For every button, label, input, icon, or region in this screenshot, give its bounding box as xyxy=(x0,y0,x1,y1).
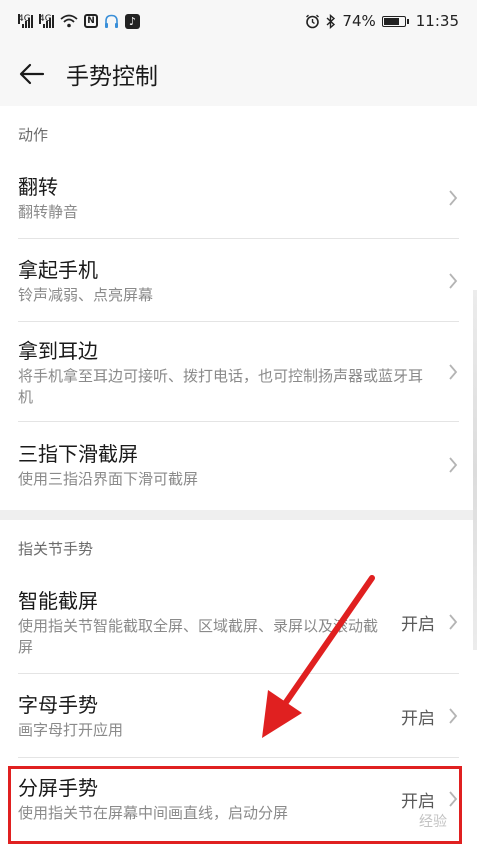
row-text: 翻转 翻转静音 xyxy=(18,173,443,223)
list-item-raise-to-ear[interactable]: 拿到耳边 将手机拿至耳边可接听、拨打电话，也可控制扬声器或蓝牙耳机 xyxy=(0,322,477,422)
row-text: 拿起手机 铃声减弱、点亮屏幕 xyxy=(18,256,443,306)
row-text: 三指下滑截屏 使用三指沿界面下滑可截屏 xyxy=(18,440,443,490)
signal-icon: 4G xyxy=(18,14,33,28)
nfc-icon: N xyxy=(84,14,98,28)
app-header: 手势控制 xyxy=(0,42,477,106)
alarm-icon xyxy=(306,14,320,28)
status-time: 11:35 xyxy=(415,12,459,30)
signal-type-label: 4G xyxy=(18,14,31,24)
chevron-right-icon xyxy=(447,455,459,475)
signal-type-label: 4G xyxy=(39,14,52,24)
scroll-edge xyxy=(473,290,477,650)
list-item-smart-screenshot[interactable]: 智能截屏 使用指关节智能截取全屏、区域截屏、录屏以及滚动截屏 开启 xyxy=(0,570,477,674)
section-gap xyxy=(0,510,477,520)
chevron-right-icon xyxy=(447,188,459,208)
row-title: 分屏手势 xyxy=(18,776,98,800)
status-value: 开启 xyxy=(401,708,435,729)
row-title: 字母手势 xyxy=(18,693,98,717)
section-header: 动作 xyxy=(18,126,49,144)
battery-icon xyxy=(381,15,409,27)
row-subtitle: 画字母打开应用 xyxy=(18,721,124,739)
row-subtitle: 铃声减弱、点亮屏幕 xyxy=(18,285,154,304)
battery-percent: 74% xyxy=(342,12,376,30)
list-item-split-screen-gesture[interactable]: 分屏手势 使用指关节在屏幕中间画直线，启动分屏 开启 xyxy=(0,758,477,840)
section-knuckle-gestures: 指关节手势 智能截屏 使用指关节智能截取全屏、区域截屏、录屏以及滚动截屏 开启 … xyxy=(0,520,477,853)
status-right: 74% 11:35 xyxy=(305,12,459,30)
status-bar: 4G 4G N ♪ 74% 11:35 xyxy=(0,0,477,42)
row-title: 拿起手机 xyxy=(18,257,98,282)
section-actions: 动作 翻转 翻转静音 拿起手机 铃声减弱、点亮屏幕 拿到耳边 将手机拿至耳边可接… xyxy=(0,106,477,510)
section-header: 指关节手势 xyxy=(18,540,94,558)
headset-icon xyxy=(105,14,118,28)
signal-icon: 4G xyxy=(39,14,54,28)
chevron-right-icon xyxy=(447,612,459,632)
bluetooth-icon xyxy=(326,13,336,29)
row-text: 分屏手势 使用指关节在屏幕中间画直线，启动分屏 xyxy=(18,774,401,824)
list-item-three-finger-screenshot[interactable]: 三指下滑截屏 使用三指沿界面下滑可截屏 xyxy=(0,422,477,508)
chevron-right-icon xyxy=(447,789,459,809)
wifi-icon xyxy=(60,14,78,28)
page-title: 手势控制 xyxy=(66,64,158,90)
row-title: 三指下滑截屏 xyxy=(18,442,138,466)
row-text: 字母手势 画字母打开应用 xyxy=(18,691,401,741)
row-text: 智能截屏 使用指关节智能截取全屏、区域截屏、录屏以及滚动截屏 xyxy=(18,587,401,658)
row-title: 智能截屏 xyxy=(18,588,98,613)
status-value: 开启 xyxy=(401,791,435,812)
list-item-pickup[interactable]: 拿起手机 铃声减弱、点亮屏幕 xyxy=(0,239,477,322)
row-text: 拿到耳边 将手机拿至耳边可接听、拨打电话，也可控制扬声器或蓝牙耳机 xyxy=(18,337,443,408)
row-subtitle: 使用三指沿界面下滑可截屏 xyxy=(18,470,199,488)
tiktok-icon: ♪ xyxy=(125,13,140,29)
row-subtitle: 翻转静音 xyxy=(18,202,79,221)
row-subtitle: 将手机拿至耳边可接听、拨打电话，也可控制扬声器或蓝牙耳机 xyxy=(18,366,424,406)
back-arrow-icon[interactable] xyxy=(2,42,62,106)
list-item-flip[interactable]: 翻转 翻转静音 xyxy=(0,156,477,239)
row-subtitle: 使用指关节智能截取全屏、区域截屏、录屏以及滚动截屏 xyxy=(18,616,379,656)
status-left: 4G 4G N ♪ xyxy=(18,13,140,29)
status-value: 开启 xyxy=(401,614,435,635)
chevron-right-icon xyxy=(447,362,459,382)
row-title: 拿到耳边 xyxy=(18,338,98,363)
row-title: 翻转 xyxy=(18,174,58,199)
list-item-letter-gesture[interactable]: 字母手势 画字母打开应用 开启 xyxy=(0,674,477,758)
row-subtitle: 使用指关节在屏幕中间画直线，启动分屏 xyxy=(18,804,289,822)
chevron-right-icon xyxy=(447,271,459,291)
battery-level xyxy=(383,17,399,25)
chevron-right-icon xyxy=(447,706,459,726)
